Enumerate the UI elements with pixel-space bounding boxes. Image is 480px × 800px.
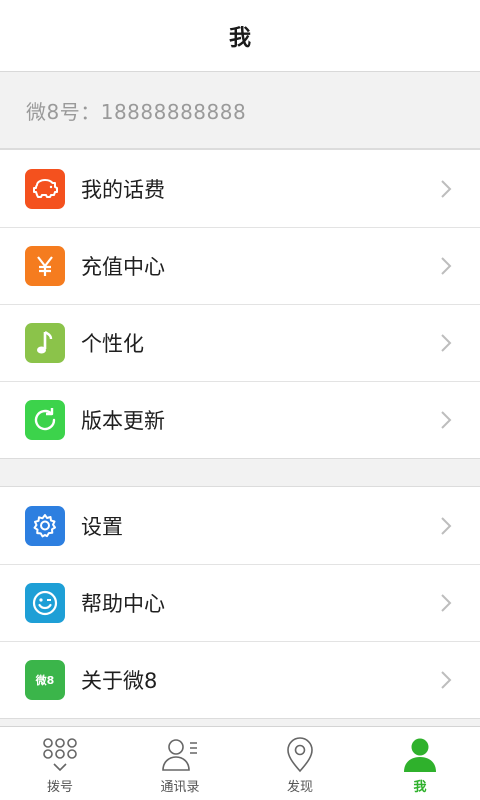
location-pin-icon: [287, 737, 313, 773]
menu-item-settings[interactable]: 设置: [0, 487, 480, 564]
tab-dialpad[interactable]: 拨号: [0, 727, 120, 800]
chevron-right-icon: [441, 516, 452, 535]
menu-item-about[interactable]: 微8 关于微8: [0, 641, 480, 718]
music-note-icon: [25, 322, 65, 363]
menu-item-version-update[interactable]: 版本更新: [0, 381, 480, 458]
menu-item-label: 设置: [81, 514, 123, 539]
menu-item-label: 版本更新: [81, 408, 165, 433]
menu-item-label: 充值中心: [81, 254, 165, 279]
menu-item-label: 个性化: [81, 331, 144, 356]
menu-group-1: 我的话费 充值中心 个性化 版本更新: [0, 149, 480, 459]
wei8-badge-text: 微8: [35, 673, 55, 687]
menu-item-label: 帮助中心: [81, 591, 165, 616]
chevron-right-icon: [441, 670, 452, 689]
menu-item-recharge-center[interactable]: 充值中心: [0, 227, 480, 304]
tab-label: 拨号: [46, 780, 73, 795]
tab-label: 发现: [286, 780, 313, 795]
person-icon: [404, 738, 436, 772]
contacts-icon: [162, 739, 197, 771]
dialpad-icon: [43, 738, 77, 772]
wei8-logo-icon: 微8: [25, 659, 65, 700]
smiley-icon: [25, 582, 65, 623]
account-id-text: 微8号：18888888888: [26, 100, 247, 124]
menu-item-personalize[interactable]: 个性化: [0, 304, 480, 381]
piggy-bank-icon: [25, 168, 65, 209]
chevron-right-icon: [441, 593, 452, 612]
menu-item-label: 关于微8: [81, 668, 158, 693]
chevron-right-icon: [441, 256, 452, 275]
tab-label: 通讯录: [160, 780, 200, 795]
tab-me[interactable]: 我: [360, 727, 480, 800]
account-id-bar: 微8号：18888888888: [0, 73, 480, 149]
menu-item-help-center[interactable]: 帮助中心: [0, 564, 480, 641]
menu-item-my-fees[interactable]: 我的话费: [0, 150, 480, 227]
page-title: 我: [228, 25, 251, 51]
tab-label: 我: [413, 780, 427, 795]
chevron-right-icon: [441, 410, 452, 429]
tab-contacts[interactable]: 通讯录: [120, 727, 240, 800]
tab-discover[interactable]: 发现: [240, 727, 360, 800]
menu-item-label: 我的话费: [81, 177, 165, 202]
chevron-right-icon: [441, 179, 452, 198]
menu-group-2: 设置 帮助中心 微8 关于微8: [0, 486, 480, 719]
bottom-tab-bar: 拨号 通讯录 发现 我: [0, 726, 480, 800]
chevron-right-icon: [441, 333, 452, 352]
top-bar: 我: [0, 0, 480, 72]
refresh-icon: [25, 399, 65, 440]
yen-icon: [25, 245, 65, 286]
gear-icon: [25, 505, 65, 546]
